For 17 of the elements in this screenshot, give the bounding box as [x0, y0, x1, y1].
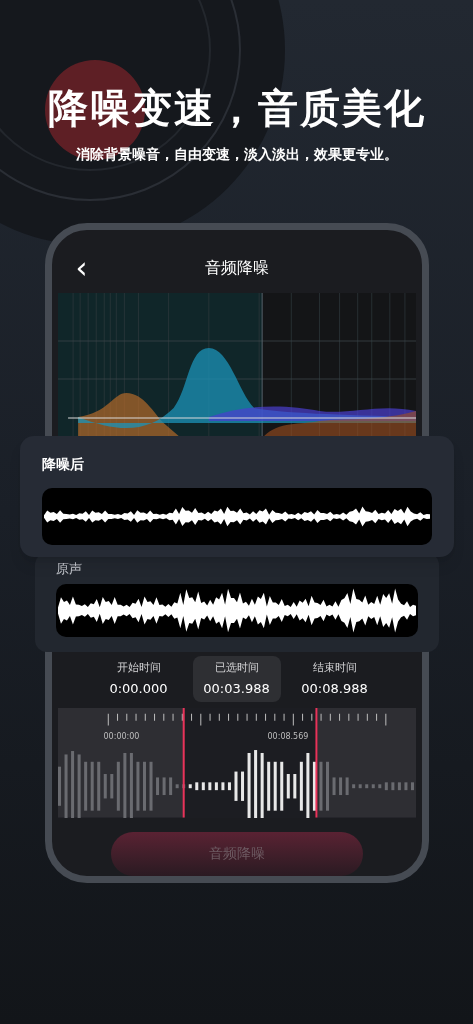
back-button[interactable]: ‹	[57, 253, 98, 284]
time-value: 00:08.988	[301, 679, 368, 698]
waveform-label: 降噪后	[41, 454, 85, 474]
waveform-label: 原声	[55, 559, 83, 578]
timeline-end-label: 00:08.569	[267, 731, 309, 744]
time-label: 结束时间	[312, 660, 357, 677]
time-value: 00:03.988	[203, 679, 270, 698]
headline: 降噪变速，音质美化	[47, 84, 426, 133]
time-value: 0:00.000	[109, 679, 168, 698]
time-item[interactable]: 结束时间 00:08.988	[290, 656, 379, 703]
timeline-start-label: 00:00:00	[103, 731, 140, 744]
subtitle: 消除背景噪音，自由变速，淡入淡出，效果更专业。	[75, 145, 398, 164]
time-label: 已选时间	[214, 660, 259, 677]
time-item[interactable]: 已选时间 00:03.988	[192, 656, 281, 703]
time-item[interactable]: 开始时间 0:00.000	[94, 656, 183, 703]
time-label: 开始时间	[116, 660, 161, 677]
screen-title: 音频降噪	[204, 257, 269, 280]
